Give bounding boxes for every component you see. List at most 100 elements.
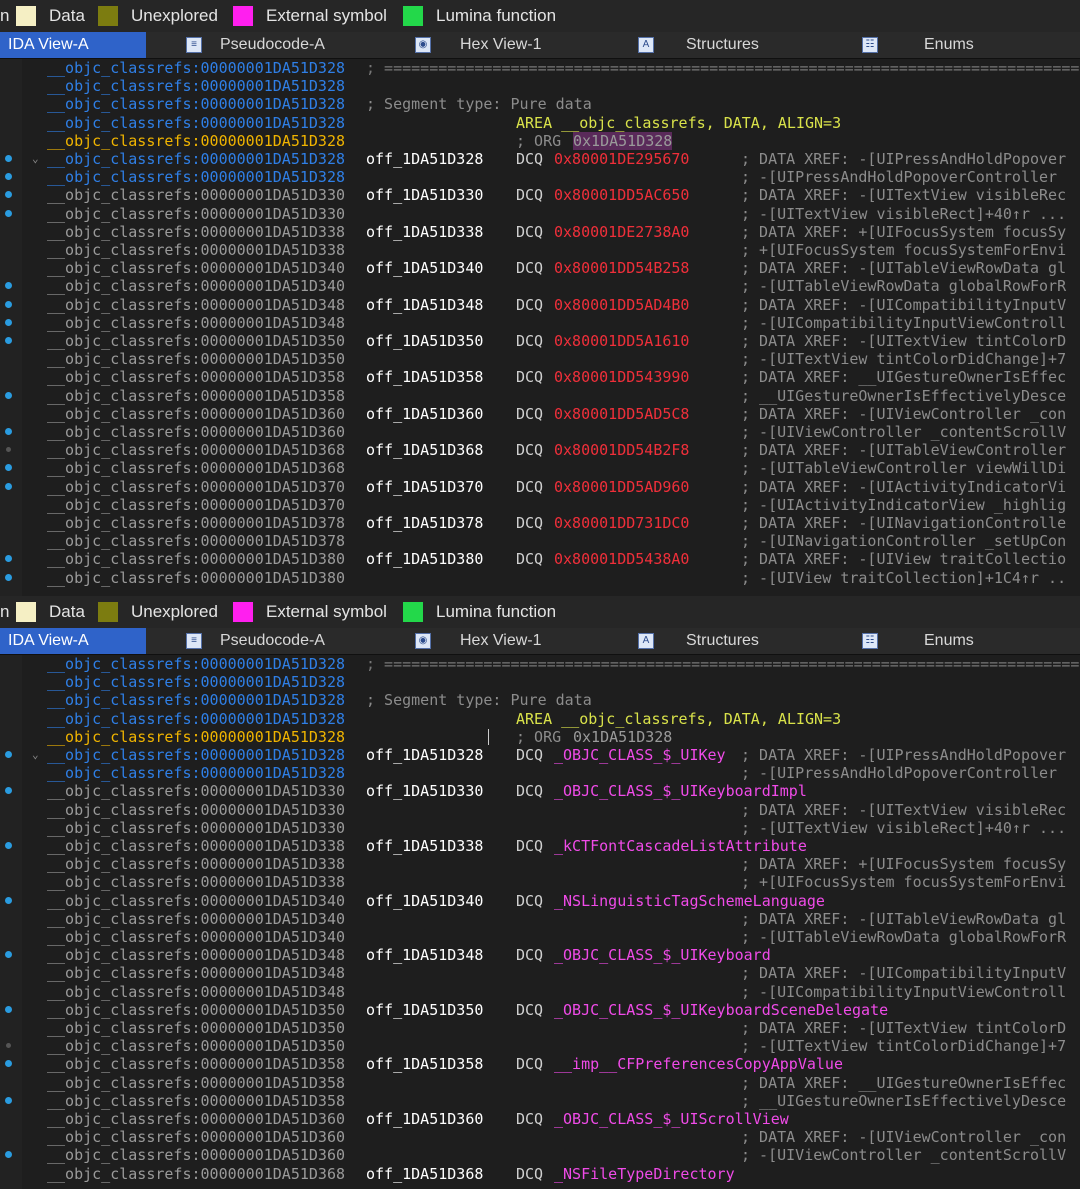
breakpoint-dot[interactable] <box>5 1006 12 1013</box>
breakpoint-dot[interactable] <box>5 1060 12 1067</box>
listing-line[interactable]: __objc_classrefs:00000001DA51D338 ; +[UIF… <box>0 241 1080 259</box>
listing-line[interactable]: __objc_classrefs:00000001DA51D328 ; =====… <box>0 59 1080 77</box>
dcq-value[interactable]: __imp__CFPreferencesCopyAppValue <box>554 1055 843 1073</box>
listing-line[interactable]: __objc_classrefs:00000001DA51D338 off_1DA… <box>0 837 1080 855</box>
breakpoint-dot[interactable] <box>6 447 11 452</box>
listing-line[interactable]: __objc_classrefs:00000001DA51D338 ; DATA … <box>0 855 1080 873</box>
data-label[interactable]: off_1DA51D330 <box>366 782 483 800</box>
dcq-value[interactable]: _OBJC_CLASS_$_UIScrollView <box>554 1110 789 1128</box>
breakpoint-dot[interactable] <box>6 1043 11 1048</box>
breakpoint-dot[interactable] <box>5 428 12 435</box>
listing-line[interactable]: __objc_classrefs:00000001DA51D348 off_1DA… <box>0 946 1080 964</box>
listing-line[interactable]: __objc_classrefs:00000001DA51D350 ; -[UIT… <box>0 350 1080 368</box>
dcq-value[interactable]: 0x80001DE2738A0 <box>554 223 689 241</box>
dcq-value[interactable]: _OBJC_CLASS_$_UIKeyboardImpl <box>554 782 807 800</box>
dcq-value[interactable]: 0x80001DE295670 <box>554 150 689 168</box>
listing-line[interactable]: __objc_classrefs:00000001DA51D340 ; DATA … <box>0 910 1080 928</box>
listing-line[interactable]: __objc_classrefs:00000001DA51D328 ; Segme… <box>0 95 1080 113</box>
data-label[interactable]: off_1DA51D358 <box>366 368 483 386</box>
tab-ida-view-a[interactable]: IDA View-A <box>0 32 146 58</box>
listing-line[interactable]: __objc_classrefs:00000001DA51D340 off_1DA… <box>0 259 1080 277</box>
listing-line[interactable]: __objc_classrefs:00000001DA51D340 ; -[UIT… <box>0 928 1080 946</box>
data-label[interactable]: off_1DA51D358 <box>366 1055 483 1073</box>
dcq-value[interactable]: _NSLinguisticTagSchemeLanguage <box>554 892 825 910</box>
data-label[interactable]: off_1DA51D368 <box>366 1165 483 1183</box>
breakpoint-dot[interactable] <box>5 392 12 399</box>
listing-line[interactable]: __objc_classrefs:00000001DA51D370 off_1DA… <box>0 478 1080 496</box>
breakpoint-dot[interactable] <box>5 282 12 289</box>
dcq-value[interactable]: 0x80001DD5AD4B0 <box>554 296 689 314</box>
listing-line[interactable]: __objc_classrefs:00000001DA51D328 <box>0 77 1080 95</box>
dcq-value[interactable]: _OBJC_CLASS_$_UIKeyboard <box>554 946 771 964</box>
breakpoint-dot[interactable] <box>5 842 12 849</box>
listing-line[interactable]: __objc_classrefs:00000001DA51D328 ; -[UIP… <box>0 764 1080 782</box>
dcq-value[interactable]: 0x80001DD54B2F8 <box>554 441 689 459</box>
listing-line[interactable]: __objc_classrefs:00000001DA51D358 ; __UIG… <box>0 387 1080 405</box>
tab-structures[interactable]: A Structures <box>616 32 820 58</box>
breakpoint-dot[interactable] <box>5 574 12 581</box>
listing-line[interactable]: __objc_classrefs:00000001DA51D368 off_1DA… <box>0 441 1080 459</box>
tab-ida-view-a[interactable]: IDA View-A <box>0 628 146 654</box>
listing-line[interactable]: __objc_classrefs:00000001DA51D338 ; +[UIF… <box>0 873 1080 891</box>
data-label[interactable]: off_1DA51D360 <box>366 405 483 423</box>
breakpoint-dot[interactable] <box>5 787 12 794</box>
dcq-value[interactable]: 0x80001DD5438A0 <box>554 550 689 568</box>
data-label[interactable]: off_1DA51D338 <box>366 837 483 855</box>
breakpoint-dot[interactable] <box>5 464 12 471</box>
data-label[interactable]: off_1DA51D378 <box>366 514 483 532</box>
listing-line[interactable]: __objc_classrefs:00000001DA51D350 off_1DA… <box>0 1001 1080 1019</box>
data-label[interactable]: off_1DA51D350 <box>366 1001 483 1019</box>
dcq-value[interactable]: _kCTFontCascadeListAttribute <box>554 837 807 855</box>
listing-line[interactable]: __objc_classrefs:00000001DA51D350 ; DATA … <box>0 1019 1080 1037</box>
tab-hex-view-1[interactable]: ◉ Hex View-1 <box>392 32 616 58</box>
data-label[interactable]: off_1DA51D330 <box>366 186 483 204</box>
tab-pseudocode-a[interactable]: ≡ Pseudocode-A <box>146 32 392 58</box>
data-label[interactable]: off_1DA51D348 <box>366 946 483 964</box>
tab-pseudocode-a[interactable]: ≡ Pseudocode-A <box>146 628 392 654</box>
dcq-value[interactable]: _NSFileTypeDirectory <box>554 1165 735 1183</box>
data-label[interactable]: off_1DA51D368 <box>366 441 483 459</box>
listing-line[interactable]: __objc_classrefs:00000001DA51D330 ; -[UIT… <box>0 205 1080 223</box>
listing-line[interactable]: __objc_classrefs:00000001DA51D328 ; ORG 0… <box>0 132 1080 150</box>
data-label[interactable]: off_1DA51D328 <box>366 746 483 764</box>
listing-line[interactable]: __objc_classrefs:00000001DA51D368 off_1DA… <box>0 1165 1080 1183</box>
listing-line[interactable]: __objc_classrefs:00000001DA51D348 ; DATA … <box>0 964 1080 982</box>
breakpoint-dot[interactable] <box>5 951 12 958</box>
listing-line[interactable]: __objc_classrefs:00000001DA51D340 off_1DA… <box>0 892 1080 910</box>
listing-line[interactable]: __objc_classrefs:00000001DA51D358 ; DATA … <box>0 1074 1080 1092</box>
data-label[interactable]: off_1DA51D360 <box>366 1110 483 1128</box>
listing-line[interactable]: __objc_classrefs:00000001DA51D328 AREA __… <box>0 710 1080 728</box>
listing-line[interactable]: __objc_classrefs:00000001DA51D360 off_1DA… <box>0 1110 1080 1128</box>
dcq-value[interactable]: 0x80001DD54B258 <box>554 259 689 277</box>
listing-line[interactable]: __objc_classrefs:00000001DA51D330 off_1DA… <box>0 186 1080 204</box>
dcq-value[interactable]: _OBJC_CLASS_$_UIKeyboardSceneDelegate <box>554 1001 888 1019</box>
listing-line[interactable]: __objc_classrefs:00000001DA51D360 off_1DA… <box>0 405 1080 423</box>
breakpoint-dot[interactable] <box>5 1097 12 1104</box>
listing-line[interactable]: __objc_classrefs:00000001DA51D330 ; DATA … <box>0 801 1080 819</box>
breakpoint-dot[interactable] <box>5 483 12 490</box>
dcq-value[interactable]: 0x80001DD5AC650 <box>554 186 689 204</box>
listing-line[interactable]: __objc_classrefs:00000001DA51D328 ; =====… <box>0 655 1080 673</box>
listing-line[interactable]: __objc_classrefs:00000001DA51D338 off_1DA… <box>0 223 1080 241</box>
breakpoint-dot[interactable] <box>5 337 12 344</box>
listing-line[interactable]: __objc_classrefs:00000001DA51D348 ; -[UIC… <box>0 983 1080 1001</box>
dcq-value[interactable]: 0x80001DD5A1610 <box>554 332 689 350</box>
breakpoint-dot[interactable] <box>5 301 12 308</box>
listing-line[interactable]: ⌄ __objc_classrefs:00000001DA51D328 off_1D… <box>0 150 1080 168</box>
dcq-value[interactable]: 0x80001DD5AD960 <box>554 478 689 496</box>
listing-line[interactable]: __objc_classrefs:00000001DA51D328 AREA __… <box>0 114 1080 132</box>
data-label[interactable]: off_1DA51D328 <box>366 150 483 168</box>
data-label[interactable]: off_1DA51D340 <box>366 259 483 277</box>
listing-line[interactable]: __objc_classrefs:00000001DA51D378 ; -[UIN… <box>0 532 1080 550</box>
listing-line[interactable]: __objc_classrefs:00000001DA51D358 off_1DA… <box>0 368 1080 386</box>
collapse-chevron-icon[interactable]: ⌄ <box>32 746 39 764</box>
listing-line[interactable]: __objc_classrefs:00000001DA51D350 off_1DA… <box>0 332 1080 350</box>
breakpoint-dot[interactable] <box>5 751 12 758</box>
listing-line[interactable]: __objc_classrefs:00000001DA51D360 ; DATA … <box>0 1128 1080 1146</box>
breakpoint-dot[interactable] <box>5 555 12 562</box>
listing-line[interactable]: __objc_classrefs:00000001DA51D330 ; -[UIT… <box>0 819 1080 837</box>
listing-line[interactable]: __objc_classrefs:00000001DA51D360 ; -[UIV… <box>0 423 1080 441</box>
listing-line[interactable]: __objc_classrefs:00000001DA51D360 ; -[UIV… <box>0 1146 1080 1164</box>
data-label[interactable]: off_1DA51D370 <box>366 478 483 496</box>
listing-line[interactable]: __objc_classrefs:00000001DA51D340 ; -[UIT… <box>0 277 1080 295</box>
